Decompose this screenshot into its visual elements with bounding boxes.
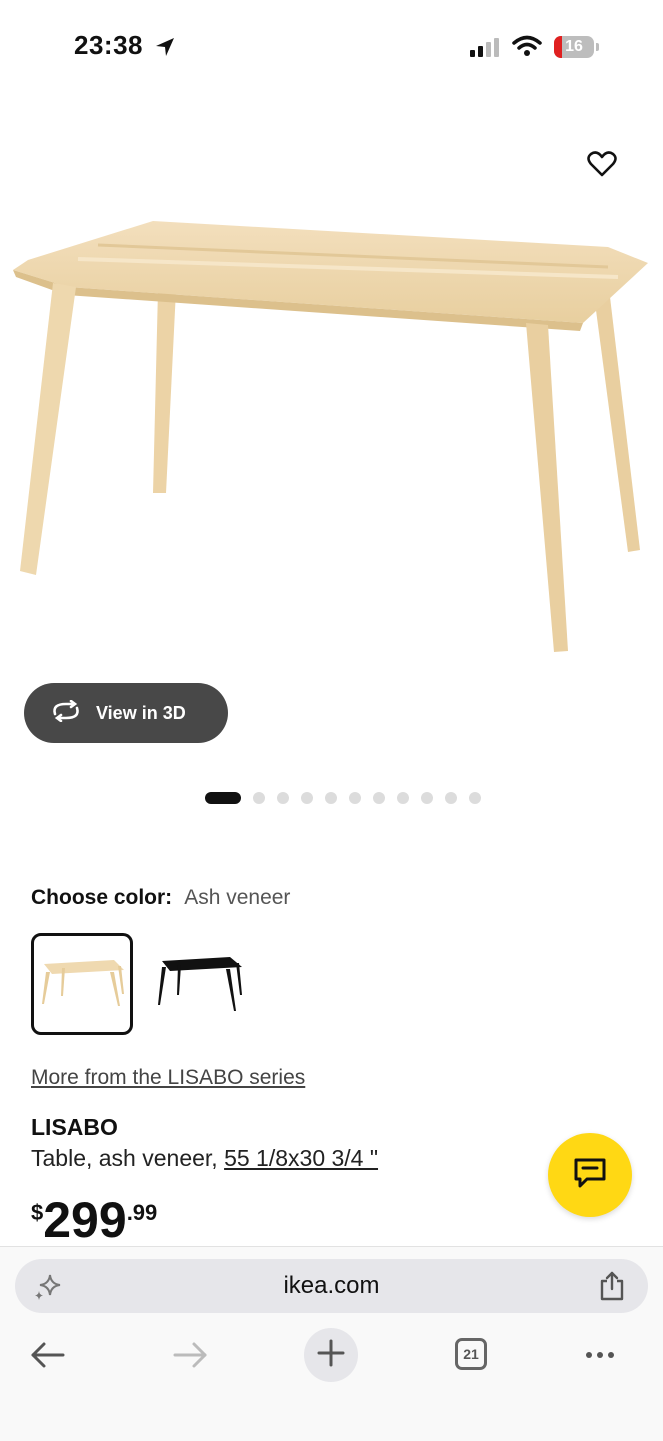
gallery-dot[interactable] — [349, 792, 361, 804]
gallery-dot[interactable] — [301, 792, 313, 804]
gallery-dot[interactable] — [445, 792, 457, 804]
location-arrow-icon — [154, 36, 176, 63]
price-decimal: .99 — [126, 1200, 158, 1225]
signal-icon — [470, 38, 499, 57]
view-in-3d-label: View in 3D — [96, 702, 186, 723]
gallery-dot[interactable] — [253, 792, 265, 804]
product-description-text: Table, ash veneer, — [31, 1145, 218, 1171]
color-swatch-black[interactable] — [150, 933, 252, 1035]
product-description: Table, ash veneer, 55 1/8x30 3/4 " — [31, 1145, 378, 1172]
chat-button[interactable] — [548, 1133, 632, 1217]
new-tab-button[interactable] — [304, 1328, 358, 1382]
gallery-dot[interactable] — [277, 792, 289, 804]
product-image[interactable] — [8, 215, 654, 660]
gallery-pagination[interactable] — [205, 792, 481, 804]
color-swatch-ash[interactable] — [31, 933, 133, 1035]
color-label: Choose color: — [31, 886, 173, 909]
share-icon[interactable] — [598, 1270, 626, 1307]
view-in-3d-button[interactable]: View in 3D — [24, 683, 228, 743]
color-chooser: Choose color: Ash veneer — [31, 886, 290, 910]
tab-count: 21 — [463, 1346, 479, 1362]
product-name: LISABO — [31, 1114, 118, 1140]
status-time: 23:38 — [74, 30, 143, 60]
gallery-dot[interactable] — [469, 792, 481, 804]
more-icon[interactable] — [586, 1352, 614, 1358]
color-value: Ash veneer — [184, 886, 291, 909]
battery-icon: 16 — [554, 36, 594, 58]
gallery-dot[interactable] — [325, 792, 337, 804]
price-integer: 299 — [43, 1192, 127, 1248]
gallery-dot[interactable] — [397, 792, 409, 804]
series-link[interactable]: More from the LISABO series — [31, 1066, 305, 1090]
url-text[interactable]: ikea.com — [0, 1272, 663, 1300]
chat-icon — [573, 1157, 607, 1194]
wifi-icon — [512, 35, 542, 62]
battery-cap — [596, 43, 599, 51]
price: $299.99 — [31, 1194, 157, 1246]
gallery-dot[interactable] — [421, 792, 433, 804]
forward-arrow-icon[interactable] — [172, 1340, 208, 1375]
plus-icon — [317, 1339, 345, 1372]
gallery-dot-active[interactable] — [205, 792, 241, 804]
gallery-dot[interactable] — [373, 792, 385, 804]
tabs-icon[interactable]: 21 — [455, 1338, 487, 1370]
rotate-3d-icon — [50, 699, 82, 727]
battery-level: 16 — [565, 38, 583, 55]
price-currency: $ — [31, 1200, 44, 1225]
heart-icon[interactable] — [586, 148, 618, 185]
size-link[interactable]: 55 1/8x30 3/4 " — [224, 1145, 378, 1171]
back-arrow-icon[interactable] — [30, 1340, 66, 1375]
